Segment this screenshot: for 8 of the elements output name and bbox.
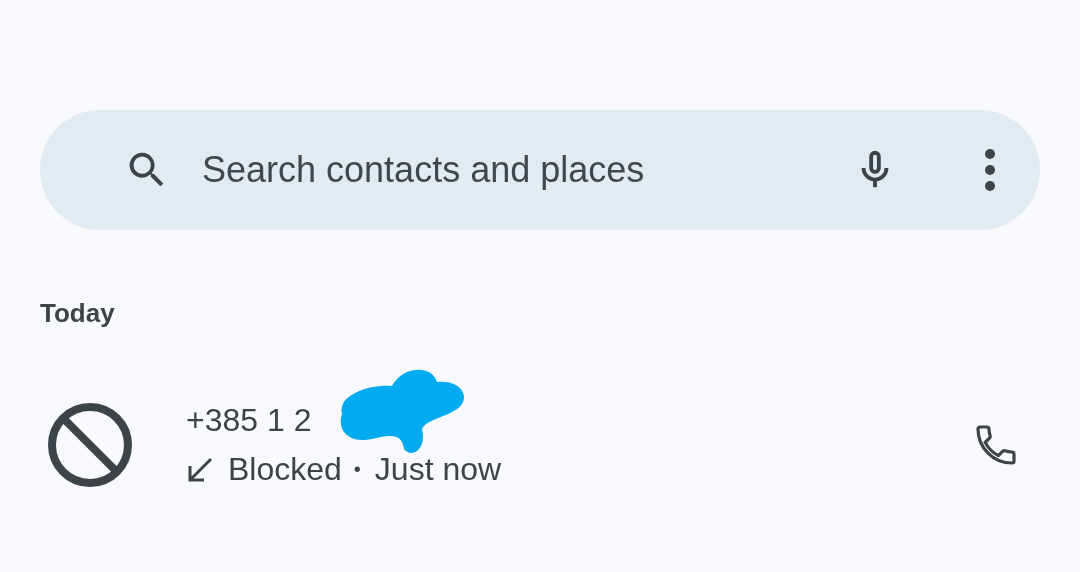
more-options-icon[interactable]: [984, 149, 996, 191]
search-bar[interactable]: Search contacts and places: [40, 110, 1040, 230]
phone-number: +385 1 2: [186, 402, 312, 439]
section-header: Today: [40, 298, 116, 329]
separator-dot: •: [353, 458, 361, 481]
call-time: Just now: [374, 451, 502, 488]
search-field[interactable]: Search contacts and places: [200, 148, 852, 192]
call-status: Blocked: [228, 451, 342, 488]
